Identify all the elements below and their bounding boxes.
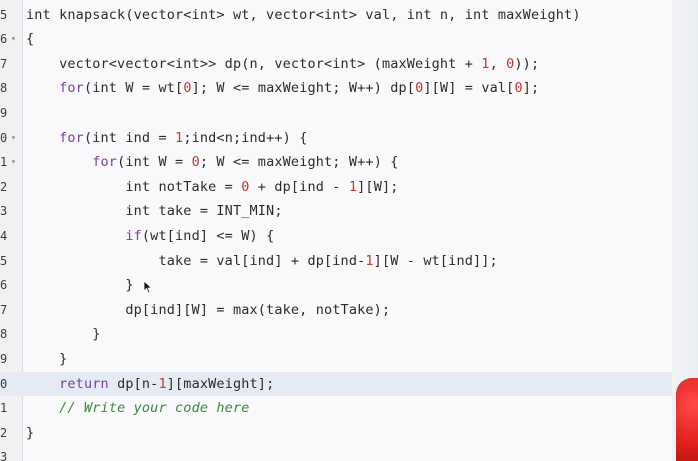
- code-line-text: }: [26, 350, 68, 367]
- chevron-down-icon[interactable]: ▾: [11, 150, 16, 175]
- code-line[interactable]: 1 // Write your code here: [0, 396, 698, 421]
- code-line-text: dp[ind][W] = max(take, notTake);: [26, 301, 391, 318]
- chevron-down-icon[interactable]: ▾: [11, 126, 16, 151]
- code-line[interactable]: 1 ▾ for(int W = 0; W <= maxWeight; W++) {: [0, 150, 698, 175]
- code-line[interactable]: 3: [0, 445, 698, 461]
- code-line-text: int notTake = 0 + dp[ind - 1][W];: [26, 178, 399, 195]
- line-number: 9: [0, 105, 8, 120]
- code-line-text: for(int W = 0; W <= maxWeight; W++) {: [92, 154, 399, 171]
- code-line-text: // Write your code here: [59, 400, 250, 417]
- code-line[interactable]: 8 for(int W = wt[0]; W <= maxWeight; W++…: [0, 76, 698, 101]
- line-number: 6: [0, 278, 8, 293]
- code-line[interactable]: 0 return dp[n-1][maxWeight];: [0, 371, 698, 397]
- code-line[interactable]: 5 take = val[ind] + dp[ind-1][W - wt[ind…: [0, 249, 698, 274]
- code-line[interactable]: 5 int knapsack(vector<int> wt, vector<int…: [0, 3, 698, 28]
- video-overlay-edge: [672, 0, 698, 461]
- line-number: 7: [0, 302, 8, 317]
- line-number: 3: [0, 450, 8, 461]
- code-line[interactable]: 6 ▾{: [0, 27, 698, 52]
- chevron-down-icon[interactable]: ▾: [11, 27, 16, 52]
- code-line[interactable]: 0 ▾ for(int ind = 1;ind<n;ind++) {: [0, 126, 698, 151]
- code-line[interactable]: 8 }: [0, 322, 698, 347]
- line-number: 5: [0, 253, 8, 268]
- code-line-text: if(wt[ind] <= W) {: [125, 227, 275, 244]
- code-line-text: for(int ind = 1;ind<n;ind++) {: [59, 129, 308, 146]
- line-number: 3: [0, 204, 8, 219]
- code-line[interactable]: 3 int take = INT_MIN;: [0, 199, 698, 224]
- code-line[interactable]: 9: [0, 101, 698, 126]
- line-number: 8: [0, 327, 8, 342]
- code-line-text: {: [26, 31, 35, 48]
- code-editor[interactable]: 5 int knapsack(vector<int> wt, vector<int…: [0, 0, 698, 461]
- code-line-text: }: [26, 326, 101, 343]
- line-number: 2: [0, 179, 8, 194]
- code-line-text: int knapsack(vector<int> wt, vector<int>…: [26, 6, 581, 23]
- code-line[interactable]: 7 dp[ind][W] = max(take, notTake);: [0, 298, 698, 323]
- code-line[interactable]: 9 }: [0, 347, 698, 372]
- line-number: 7: [0, 56, 8, 71]
- code-line[interactable]: 4 if(wt[ind] <= W) {: [0, 224, 698, 249]
- code-line-text: take = val[ind] + dp[ind-1][W - wt[ind]]…: [26, 252, 498, 269]
- line-number: 2: [0, 425, 8, 440]
- line-number: 8: [0, 81, 8, 96]
- code-line[interactable]: 2}: [0, 421, 698, 446]
- code-line-text: for(int W = wt[0]; W <= maxWeight; W++) …: [59, 80, 540, 97]
- code-line-text: }: [26, 277, 134, 294]
- code-line-text: }: [26, 424, 35, 441]
- code-line[interactable]: 6 }: [0, 273, 698, 298]
- line-number: 4: [0, 228, 8, 243]
- line-number: 0: [0, 376, 8, 391]
- code-line[interactable]: 2 int notTake = 0 + dp[ind - 1][W];: [0, 175, 698, 200]
- presenter-avatar: [676, 378, 698, 461]
- code-line[interactable]: 7 vector<vector<int>> dp(n, vector<int> …: [0, 52, 698, 77]
- code-line-text: return dp[n-1][maxWeight];: [59, 375, 275, 392]
- line-number: 5: [0, 7, 8, 22]
- line-number: 1: [0, 401, 8, 416]
- code-line-text: vector<vector<int>> dp(n, vector<int> (m…: [26, 55, 540, 72]
- code-line-text: int take = INT_MIN;: [26, 203, 283, 220]
- line-number: 9: [0, 351, 8, 366]
